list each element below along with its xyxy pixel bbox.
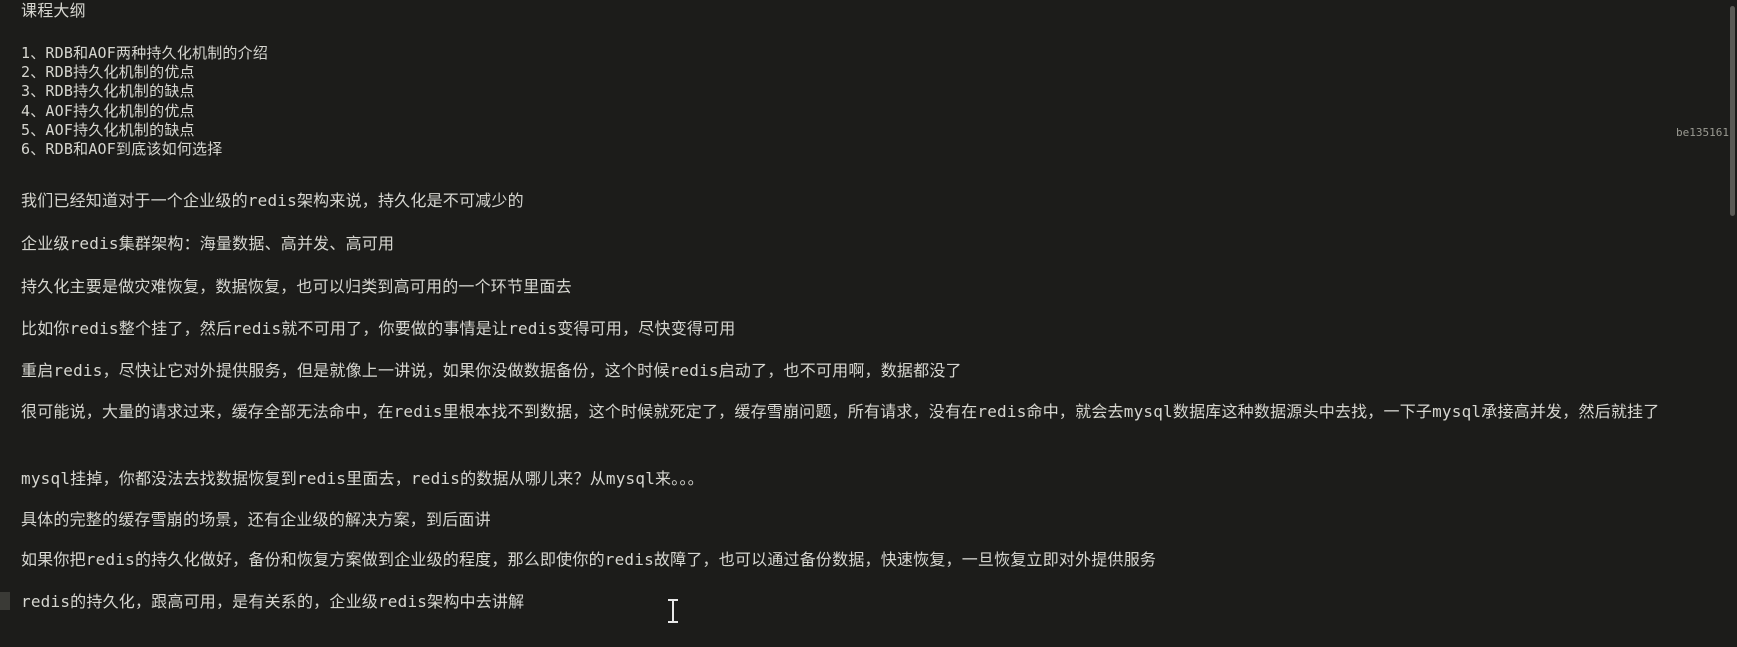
outline-item: 6、RDB和AOF到底该如何选择 (21, 140, 223, 158)
paragraph: 我们已经知道对于一个企业级的redis架构来说，持久化是不可减少的 (21, 191, 524, 210)
clipped-text-fragment: be135161 (1676, 126, 1729, 139)
outline-item: 1、RDB和AOF两种持久化机制的介绍 (21, 44, 269, 62)
paragraph: 比如你redis整个挂了，然后redis就不可用了，你要做的事情是让redis变… (21, 319, 736, 338)
paragraph: 持久化主要是做灾难恢复，数据恢复，也可以归类到高可用的一个环节里面去 (21, 277, 572, 296)
paragraph: 如果你把redis的持久化做好，备份和恢复方案做到企业级的程度，那么即使你的re… (21, 550, 1157, 569)
outline-item: 4、AOF持久化机制的优点 (21, 102, 195, 120)
paragraph: redis的持久化，跟高可用，是有关系的，企业级redis架构中去讲解 (21, 592, 525, 611)
current-line-marker (0, 592, 10, 610)
text-editor[interactable]: 课程大纲 1、RDB和AOF两种持久化机制的介绍 2、RDB持久化机制的优点 3… (0, 0, 1737, 647)
divider-line: ----------------------------------------… (21, 641, 1002, 647)
vertical-scrollbar[interactable] (1730, 6, 1735, 216)
outline-item: 5、AOF持久化机制的缺点 (21, 121, 195, 139)
outline-item: 2、RDB持久化机制的优点 (21, 63, 195, 81)
i-beam-cursor-icon (668, 599, 678, 623)
paragraph: 具体的完整的缓存雪崩的场景，还有企业级的解决方案，到后面讲 (21, 510, 491, 529)
paragraph: 重启redis，尽快让它对外提供服务，但是就像上一讲说，如果你没做数据备份，这个… (21, 361, 962, 380)
paragraph: mysql挂掉，你都没法去找数据恢复到redis里面去，redis的数据从哪儿来… (21, 469, 704, 488)
outline-item: 3、RDB持久化机制的缺点 (21, 82, 195, 100)
paragraph: 很可能说，大量的请求过来，缓存全部无法命中，在redis里根本找不到数据，这个时… (21, 402, 1660, 421)
paragraph: 企业级redis集群架构：海量数据、高并发、高可用 (21, 234, 395, 253)
document-title: 课程大纲 (21, 1, 86, 20)
